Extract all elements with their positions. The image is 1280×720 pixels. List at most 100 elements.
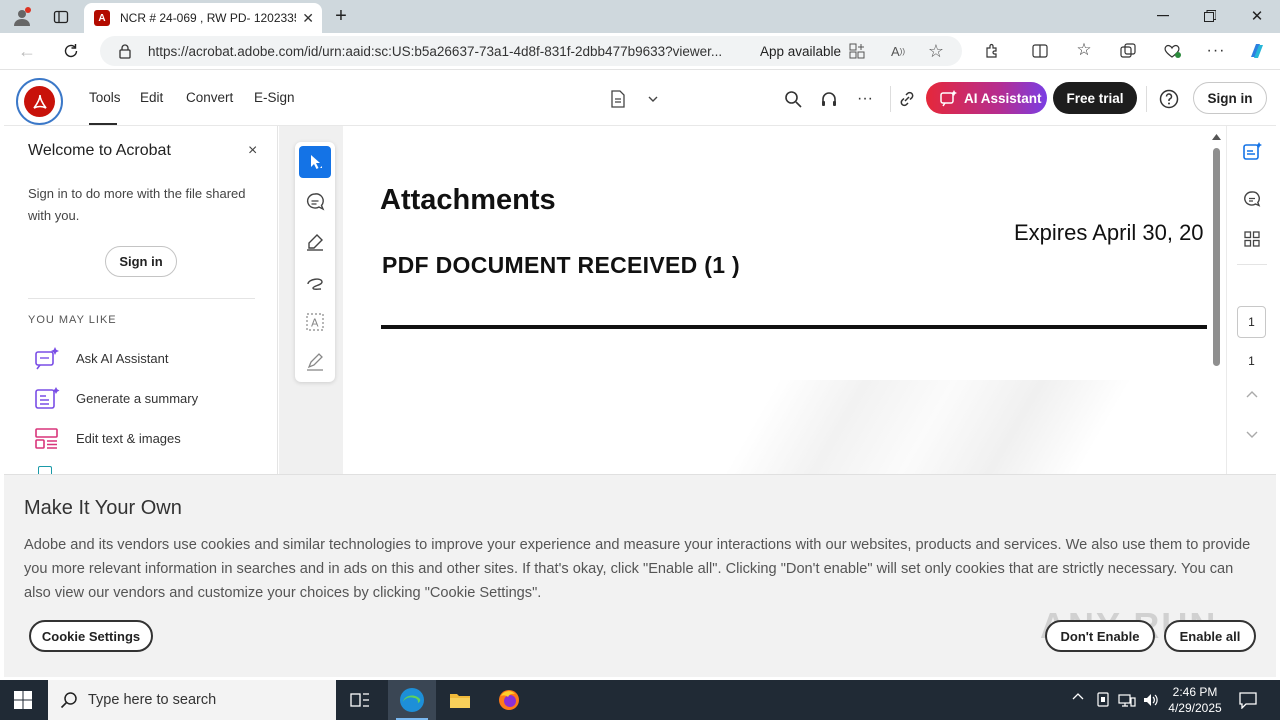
- svg-text:A: A: [311, 317, 319, 330]
- browser-essentials-icon[interactable]: [1162, 41, 1182, 61]
- suggestion-edit-text-images[interactable]: Edit text & images: [34, 426, 181, 450]
- nav-convert[interactable]: Convert: [186, 90, 233, 105]
- lock-icon[interactable]: [118, 43, 132, 59]
- tray-chevron-up-icon[interactable]: [1072, 692, 1084, 700]
- nav-esign[interactable]: E-Sign: [254, 90, 295, 105]
- pdf-page: Attachments Expires April 30, 20 PDF DOC…: [343, 126, 1210, 474]
- more-options-icon[interactable]: ···: [854, 88, 876, 110]
- scrollbar-thumb[interactable]: [1213, 148, 1220, 366]
- cookie-settings-button[interactable]: Cookie Settings: [29, 620, 153, 652]
- cookie-consent-banner: Make It Your Own Adobe and its vendors u…: [4, 474, 1276, 677]
- address-bar[interactable]: https://acrobat.adobe.com/id/urn:aaid:sc…: [100, 36, 962, 66]
- free-trial-button[interactable]: Free trial: [1053, 82, 1137, 114]
- edit-text-images-icon: [35, 428, 58, 449]
- headphones-icon[interactable]: [818, 88, 840, 110]
- back-icon[interactable]: ←: [16, 41, 38, 61]
- document-expiry: Expires April 30, 20: [1014, 220, 1204, 245]
- nav-edit[interactable]: Edit: [140, 90, 163, 105]
- cookie-title: Make It Your Own: [24, 497, 182, 519]
- browser-tab[interactable]: A NCR # 24-069 , RW PD- 1202335 ✕: [84, 3, 322, 33]
- url-text[interactable]: https://acrobat.adobe.com/id/urn:aaid:sc…: [148, 44, 748, 59]
- taskbar-search-box[interactable]: Type here to search: [48, 680, 336, 720]
- suggestion-ask-ai[interactable]: Ask AI Assistant: [34, 346, 169, 370]
- windows-start-icon[interactable]: [12, 690, 34, 710]
- page-up-icon[interactable]: [1241, 386, 1263, 402]
- favorites-icon[interactable]: ☆: [1074, 40, 1094, 60]
- nav-tools[interactable]: Tools: [89, 90, 121, 105]
- current-page-input[interactable]: 1: [1237, 306, 1266, 338]
- enable-all-button[interactable]: Enable all: [1164, 620, 1256, 652]
- file-explorer-icon[interactable]: [447, 689, 473, 711]
- ai-assistant-icon: [940, 90, 957, 107]
- refresh-icon[interactable]: [60, 41, 82, 61]
- restore-icon[interactable]: [1199, 6, 1221, 26]
- document-canvas: Attachments Expires April 30, 20 PDF DOC…: [279, 126, 1210, 474]
- browser-nav-bar: ← https://acrobat.adobe.com/id/urn:aaid:…: [0, 33, 1280, 70]
- collections-icon[interactable]: [1118, 41, 1138, 61]
- tab-title: NCR # 24-069 , RW PD- 1202335: [120, 11, 296, 25]
- profile-icon[interactable]: [10, 6, 34, 28]
- select-tool-icon[interactable]: [299, 146, 331, 178]
- dont-enable-button[interactable]: Don't Enable: [1045, 620, 1155, 652]
- suggestion-generate-summary[interactable]: Generate a summary: [34, 386, 198, 410]
- suggestion-label: Generate a summary: [76, 390, 199, 406]
- task-view-icon[interactable]: [348, 689, 372, 711]
- tray-device-icon[interactable]: [1096, 692, 1110, 708]
- extensions-icon[interactable]: [982, 41, 1002, 61]
- chevron-down-icon[interactable]: [644, 88, 662, 110]
- scroll-up-icon[interactable]: [1212, 134, 1221, 140]
- document-rule: [381, 325, 1210, 329]
- page-down-icon[interactable]: [1241, 426, 1263, 442]
- acrobat-header: Tools Edit Convert E-Sign ··· AI Assista…: [4, 70, 1276, 126]
- help-icon[interactable]: [1158, 88, 1180, 110]
- draw-tool-icon[interactable]: [299, 266, 331, 298]
- sign-tool-icon[interactable]: [299, 346, 331, 378]
- browser-title-bar: A NCR # 24-069 , RW PD- 1202335 ✕ + ✕: [0, 0, 1280, 33]
- header-divider: [890, 86, 891, 112]
- sign-in-button[interactable]: Sign in: [1193, 82, 1267, 114]
- rail-divider: [1237, 264, 1267, 265]
- read-aloud-icon[interactable]: A)): [888, 42, 908, 60]
- vertical-scrollbar[interactable]: [1207, 126, 1226, 474]
- more-suggestions-icon: [38, 466, 52, 474]
- close-icon[interactable]: ×: [248, 142, 257, 160]
- page-view-icon[interactable]: [607, 88, 629, 110]
- panel-sign-in-button[interactable]: Sign in: [105, 246, 177, 277]
- firefox-icon[interactable]: [496, 688, 522, 712]
- you-may-like-label: YOU MAY LIKE: [28, 314, 117, 326]
- copilot-icon[interactable]: [1246, 40, 1268, 62]
- volume-icon[interactable]: [1142, 692, 1160, 708]
- settings-more-icon[interactable]: ···: [1206, 41, 1226, 61]
- panel-divider: [28, 298, 255, 299]
- highlight-tool-icon[interactable]: [299, 226, 331, 258]
- ai-panel-icon[interactable]: [1241, 140, 1263, 162]
- welcome-description: Sign in to do more with the file shared …: [28, 186, 246, 223]
- comment-tool-icon[interactable]: [299, 186, 331, 218]
- tab-actions-icon[interactable]: [50, 7, 72, 27]
- document-subheading: PDF DOCUMENT RECEIVED (1 ): [382, 252, 740, 278]
- suggestion-label: Ask AI Assistant: [76, 350, 169, 366]
- total-pages: 1: [1248, 354, 1255, 368]
- document-heading: Attachments: [380, 184, 556, 216]
- ai-assistant-button[interactable]: AI Assistant: [926, 82, 1047, 114]
- network-icon[interactable]: [1118, 692, 1136, 708]
- app-available-label[interactable]: App available: [760, 44, 841, 59]
- favorite-star-icon[interactable]: ☆: [926, 41, 946, 61]
- taskbar-clock[interactable]: 2:46 PM 4/29/2025: [1162, 684, 1228, 716]
- new-tab-icon[interactable]: +: [330, 5, 352, 27]
- acrobat-logo-icon[interactable]: [16, 78, 63, 125]
- install-app-icon[interactable]: [848, 42, 866, 60]
- edge-taskbar-button[interactable]: [388, 680, 436, 720]
- minimize-icon[interactable]: [1152, 6, 1174, 26]
- document-image-area: [381, 380, 1210, 474]
- text-recognition-tool-icon[interactable]: A: [299, 306, 331, 338]
- tab-close-icon[interactable]: ✕: [302, 10, 314, 27]
- notifications-icon[interactable]: [1239, 691, 1257, 709]
- comments-panel-icon[interactable]: [1241, 188, 1263, 210]
- link-icon[interactable]: [896, 88, 918, 110]
- thumbnails-icon[interactable]: [1241, 228, 1263, 250]
- windows-taskbar: Type here to search 2:46 PM 4/29/2025: [0, 680, 1280, 720]
- close-window-icon[interactable]: ✕: [1246, 6, 1268, 26]
- split-screen-icon[interactable]: [1030, 41, 1050, 61]
- search-icon[interactable]: [782, 88, 804, 110]
